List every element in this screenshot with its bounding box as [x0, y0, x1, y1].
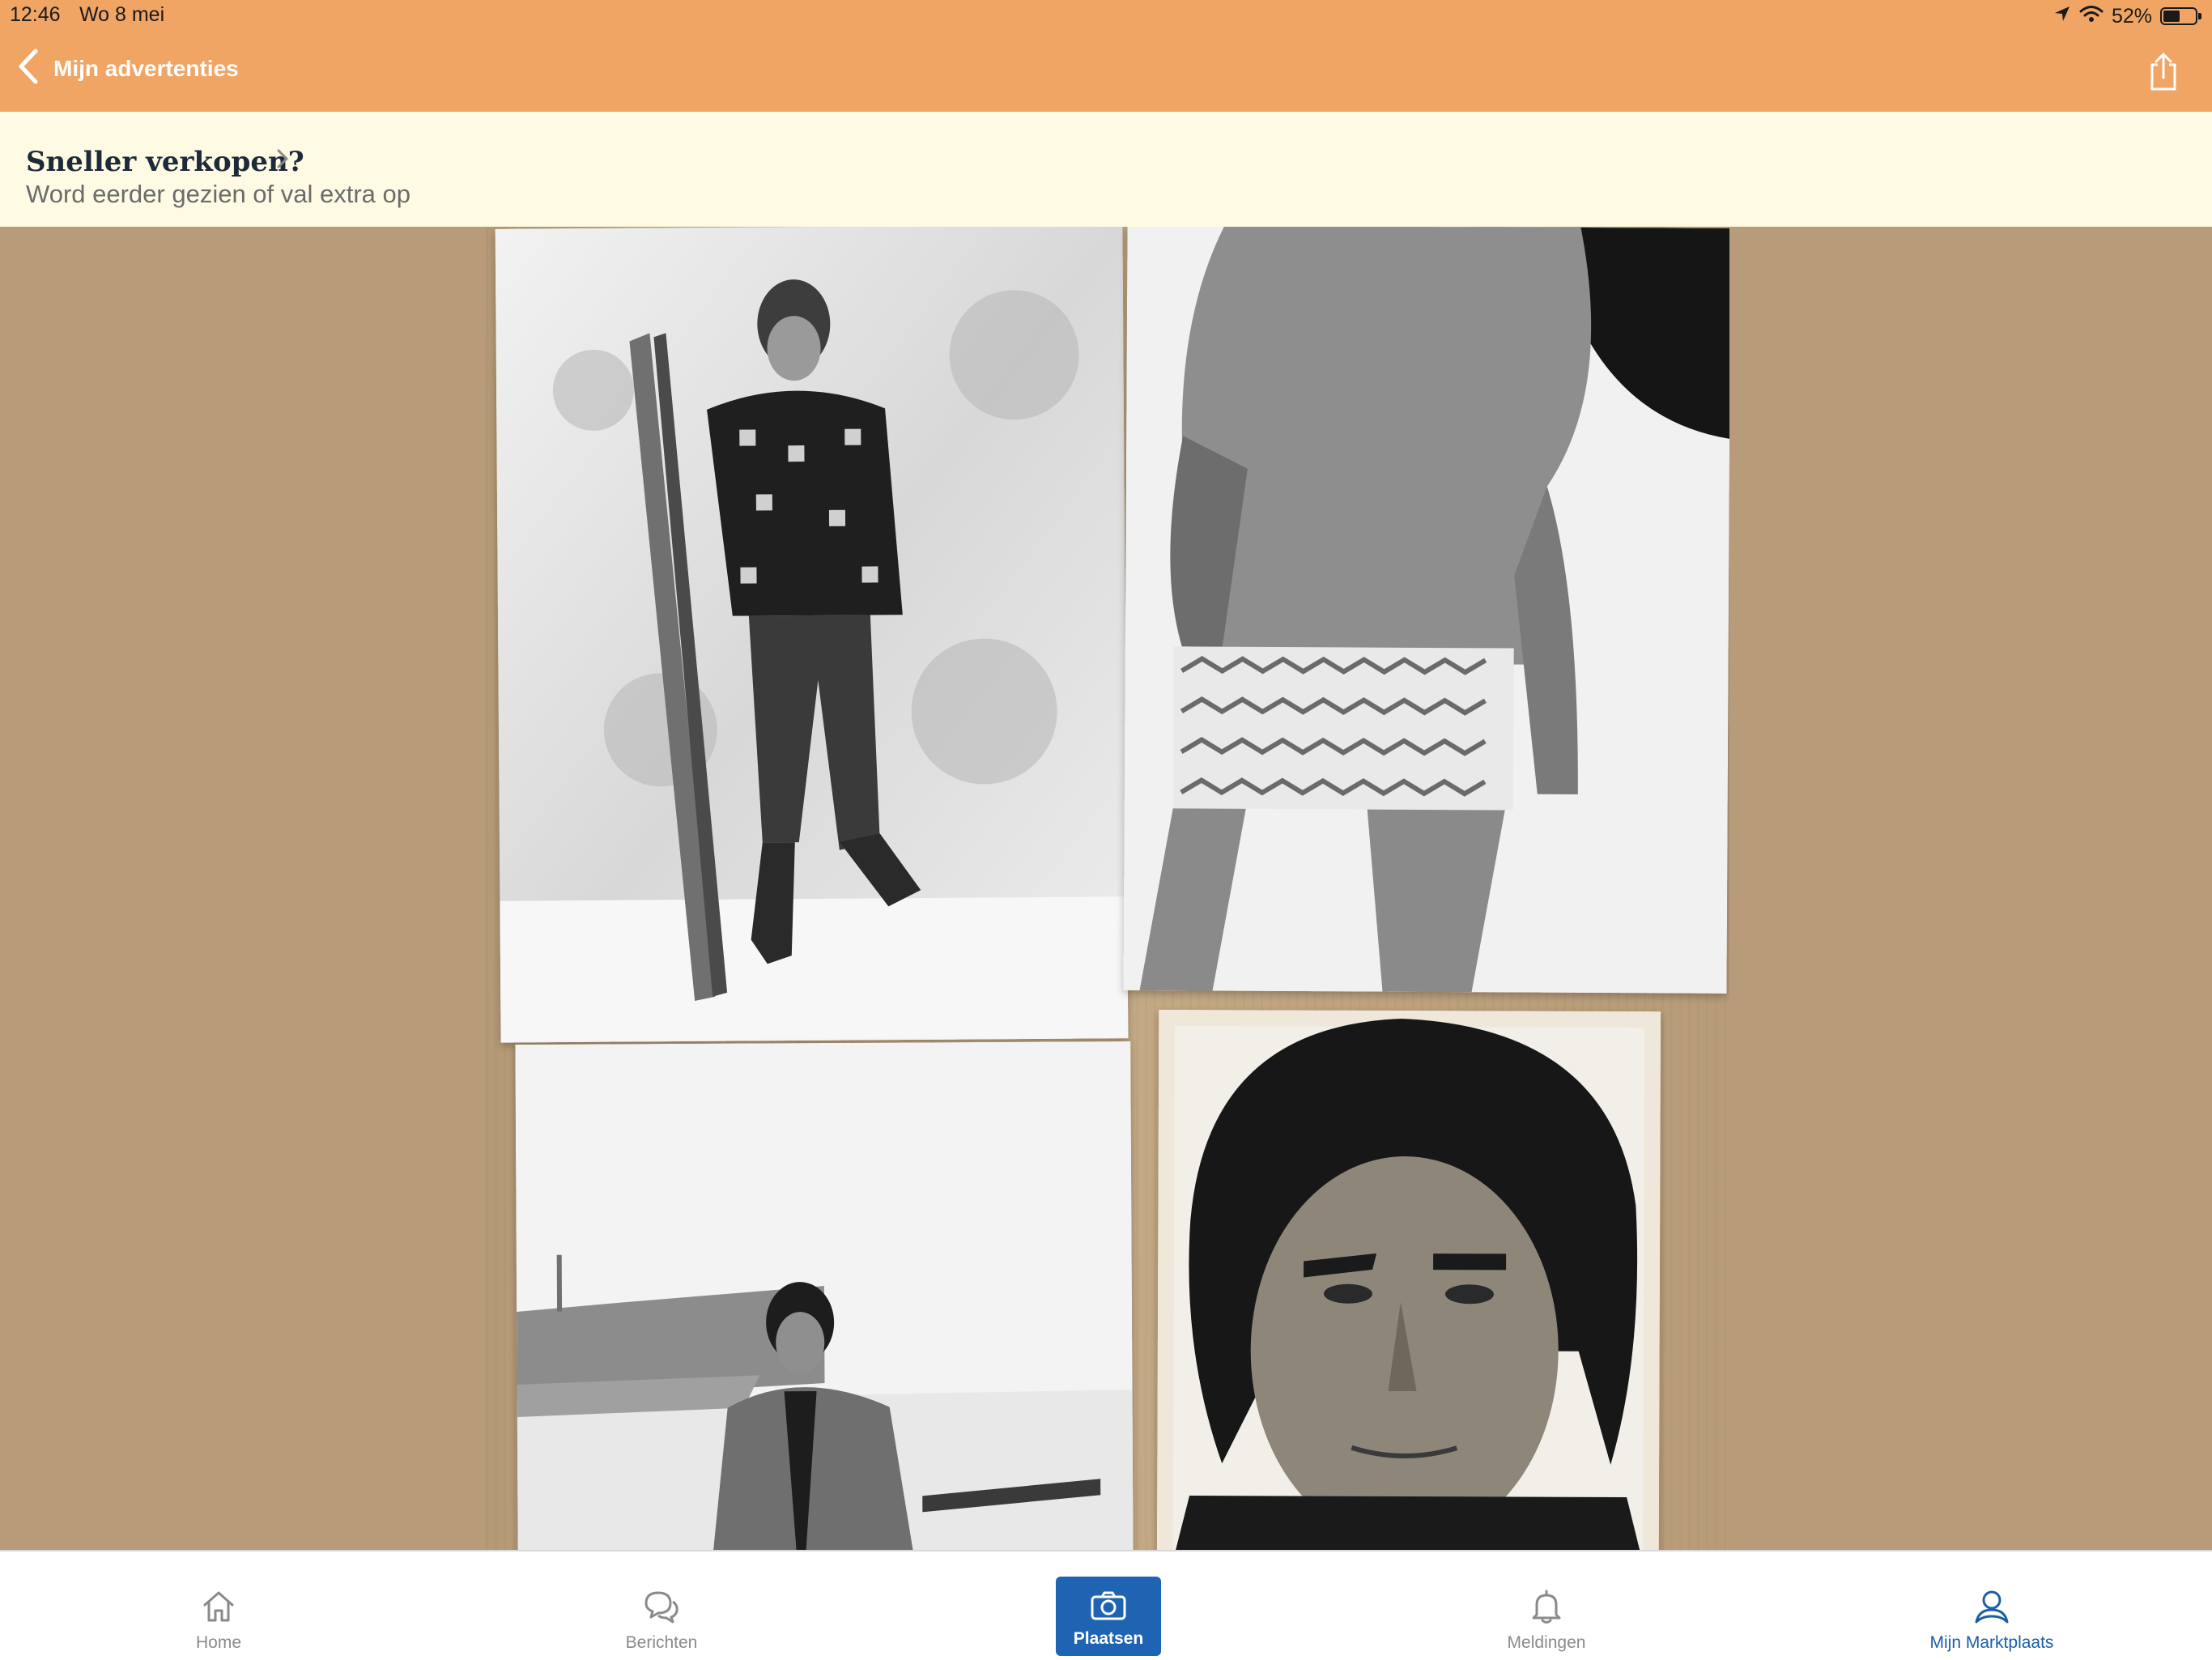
- back-button-label: Mijn advertenties: [53, 55, 239, 81]
- swimwear-photo: [1123, 227, 1729, 994]
- status-time: 12:46: [10, 3, 61, 26]
- portrait-photo: [1156, 1009, 1661, 1550]
- tab-berichten-label: Berichten: [625, 1633, 698, 1652]
- bell-icon: [1530, 1589, 1563, 1628]
- suit-photo: [515, 1041, 1134, 1550]
- tab-home-label: Home: [195, 1633, 242, 1652]
- top-bar: 12:46 Wo 8 mei 52% Mijn advertenties: [0, 0, 2212, 112]
- listing-photo[interactable]: [486, 227, 1729, 1550]
- status-date: Wo 8 mei: [79, 3, 165, 26]
- promo-subtitle: Word eerder gezien of val extra op: [26, 180, 411, 208]
- listing-photo-area[interactable]: [0, 227, 2212, 1550]
- status-indicators: 52%: [2053, 3, 2201, 29]
- location-arrow-icon: [2053, 5, 2071, 28]
- home-icon: [201, 1589, 236, 1628]
- chevron-left-icon: [18, 49, 39, 88]
- tab-plaatsen[interactable]: Plaatsen: [1056, 1577, 1161, 1656]
- share-button[interactable]: [2147, 52, 2180, 92]
- tab-mijn-marktplaats-label: Mijn Marktplaats: [1929, 1633, 2054, 1652]
- user-icon: [1974, 1589, 2010, 1628]
- share-icon: [2147, 53, 2180, 96]
- tab-berichten[interactable]: Berichten: [613, 1551, 710, 1660]
- back-button[interactable]: Mijn advertenties: [18, 49, 239, 88]
- tab-home[interactable]: Home: [178, 1551, 259, 1660]
- camera-icon: [1090, 1591, 1127, 1624]
- wifi-icon: [2079, 5, 2104, 28]
- chevron-right-icon: [275, 147, 290, 174]
- ski-photo: [495, 227, 1129, 1043]
- promo-title: Sneller verkopen?: [26, 146, 304, 178]
- tab-meldingen[interactable]: Meldingen: [1498, 1551, 1595, 1660]
- tab-mijn-marktplaats[interactable]: Mijn Marktplaats: [1911, 1551, 2073, 1660]
- tab-meldingen-label: Meldingen: [1507, 1633, 1586, 1652]
- battery-icon: [2160, 7, 2201, 25]
- battery-level: [2163, 11, 2180, 22]
- chat-bubbles-icon: [643, 1589, 680, 1628]
- promo-banner[interactable]: [0, 112, 2212, 227]
- tab-plaatsen-label: Plaatsen: [1073, 1629, 1144, 1648]
- battery-percentage: 52%: [2111, 4, 2152, 28]
